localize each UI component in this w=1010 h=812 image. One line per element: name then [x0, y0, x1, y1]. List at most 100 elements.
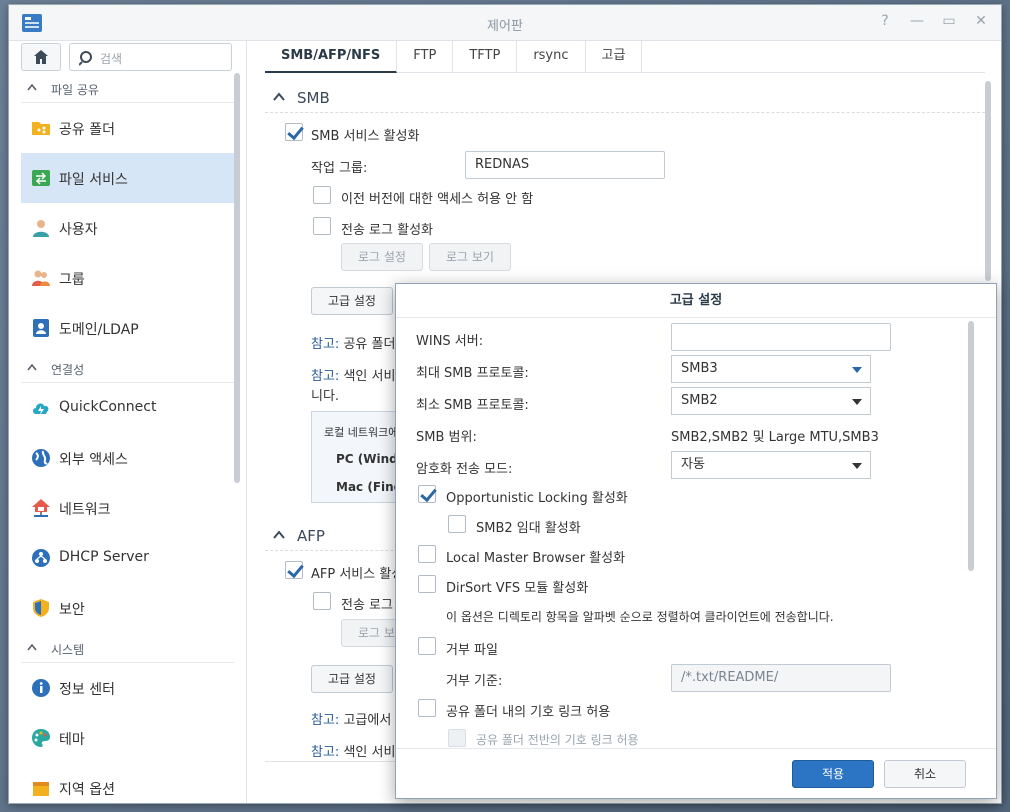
- veto-files-checkbox[interactable]: [418, 637, 436, 655]
- max-smb-label: 최대 SMB 프로토콜:: [416, 366, 529, 381]
- sidebar-item-network[interactable]: 네트워크: [21, 483, 234, 533]
- sidebar-item-label: QuickConnect: [59, 399, 157, 415]
- smb-transfer-log-checkbox[interactable]: [313, 217, 331, 235]
- smb-range-label: SMB 범위:: [416, 430, 477, 445]
- workgroup-label: 작업 그룹:: [311, 161, 368, 176]
- encrypt-select[interactable]: 자동: [671, 451, 871, 479]
- search-placeholder: 검색: [100, 52, 123, 66]
- symlink-cross-checkbox[interactable]: [448, 729, 466, 747]
- wins-label: WINS 서버:: [416, 334, 484, 349]
- dialog-title: 고급 설정: [396, 284, 996, 318]
- afp-group-title: AFP: [297, 527, 325, 545]
- dropdown-arrow-icon: [852, 367, 862, 373]
- afp-transfer-log-checkbox[interactable]: [313, 592, 331, 610]
- dropdown-arrow-icon: [852, 399, 862, 405]
- prev-version-checkbox[interactable]: [313, 186, 331, 204]
- smb-log-view-button[interactable]: 로그 보기: [429, 243, 511, 271]
- smb-range-value: SMB2,SMB2 및 Large MTU,SMB3: [671, 430, 879, 445]
- dirsort-label: DirSort VFS 모듈 활성화: [446, 581, 589, 596]
- tab-tftp[interactable]: TFTP: [453, 41, 518, 73]
- smb-group-header[interactable]: SMB: [265, 83, 985, 113]
- chevron-up-icon: [27, 363, 37, 371]
- dialog-scrollbar[interactable]: [968, 321, 974, 571]
- oplock-checkbox[interactable]: [418, 485, 436, 503]
- group-icon: [32, 270, 50, 286]
- local-master-label: Local Master Browser 활성화: [446, 551, 626, 566]
- sidebar-item-info-center[interactable]: 정보 센터: [21, 663, 234, 713]
- symlink-cross-label: 공유 폴더 전반의 기호 링크 허용: [476, 733, 639, 747]
- panel-scrollbar[interactable]: [985, 81, 991, 281]
- sidebar-item-quickconnect[interactable]: QuickConnect: [21, 383, 234, 433]
- afp-advanced-button[interactable]: 고급 설정: [311, 665, 393, 693]
- smb-note-2: 참고: 색인 서비스: [311, 369, 408, 384]
- min-smb-select[interactable]: SMB2: [671, 387, 871, 415]
- close-icon[interactable]: ✕: [973, 13, 989, 29]
- shared-folder-icon: [32, 122, 50, 135]
- home-icon: [34, 50, 48, 64]
- section-system[interactable]: 시스템: [21, 633, 234, 663]
- oplock-label: Opportunistic Locking 활성화: [446, 491, 628, 506]
- title-bar: 제어판 ? — ▭ ✕: [9, 5, 1001, 41]
- sidebar-item-label: 보안: [59, 602, 85, 618]
- chevron-up-icon: [273, 92, 285, 101]
- apply-button[interactable]: 적용: [792, 760, 874, 788]
- sidebar-item-external-access[interactable]: 외부 액세스: [21, 433, 234, 483]
- dirsort-checkbox[interactable]: [418, 575, 436, 593]
- sidebar-item-label: 지역 옵션: [59, 782, 115, 798]
- sidebar-item-domain-ldap[interactable]: 도메인/LDAP: [21, 303, 234, 353]
- info-title: 로컬 네트워크에: [324, 426, 399, 439]
- smb-group-title: SMB: [297, 89, 330, 107]
- help-icon[interactable]: ?: [877, 13, 893, 29]
- sidebar-item-label: 네트워크: [59, 502, 111, 518]
- sidebar-item-theme[interactable]: 테마: [21, 713, 234, 763]
- minimize-icon[interactable]: —: [909, 13, 925, 29]
- maximize-icon[interactable]: ▭: [941, 13, 957, 29]
- user-icon: [33, 220, 49, 237]
- section-file-sharing[interactable]: 파일 공유: [21, 73, 234, 103]
- tab-rsync[interactable]: rsync: [517, 41, 586, 73]
- smb-note-2-cont: 니다.: [311, 389, 340, 404]
- sidebar-item-security[interactable]: 보안: [21, 583, 234, 633]
- home-button[interactable]: [21, 43, 61, 71]
- veto-criteria-label: 거부 기준:: [446, 674, 503, 689]
- tab-smb-afp-nfs[interactable]: SMB/AFP/NFS: [265, 41, 398, 73]
- window-title: 제어판: [487, 19, 523, 34]
- network-icon: [32, 499, 50, 517]
- quickconnect-icon: [33, 403, 49, 415]
- sidebar-item-user[interactable]: 사용자: [21, 203, 234, 253]
- section-connectivity[interactable]: 연결성: [21, 353, 234, 383]
- symlink-checkbox[interactable]: [418, 699, 436, 717]
- wins-field[interactable]: [671, 323, 891, 351]
- workgroup-field[interactable]: REDNAS: [465, 151, 665, 179]
- smb-note-1: 참고: 공유 폴더의: [311, 337, 408, 352]
- smb-log-settings-button[interactable]: 로그 설정: [341, 243, 423, 271]
- max-smb-select[interactable]: SMB3: [671, 355, 871, 383]
- smb-advanced-button[interactable]: 고급 설정: [311, 287, 393, 315]
- section-label: 파일 공유: [51, 83, 99, 97]
- dirsort-description: 이 옵션은 디렉토리 항목을 알파벳 순으로 정렬하여 클라이언트에 전송합니다…: [446, 610, 834, 624]
- local-master-checkbox[interactable]: [418, 545, 436, 563]
- sidebar-item-file-services[interactable]: 파일 서비스: [21, 153, 234, 203]
- smb-enable-checkbox[interactable]: [285, 123, 303, 141]
- smb2-lease-label: SMB2 임대 활성화: [476, 521, 581, 536]
- min-smb-label: 최소 SMB 프로토콜:: [416, 398, 529, 413]
- advanced-settings-dialog: 고급 설정 WINS 서버: 최대 SMB 프로토콜: SMB3 최소 SMB …: [395, 283, 997, 799]
- afp-note-2: 참고: 색인 서비스: [311, 745, 408, 760]
- sidebar-item-dhcp-server[interactable]: DHCP Server: [21, 533, 234, 583]
- sidebar-item-group[interactable]: 그룹: [21, 253, 234, 303]
- tab-ftp[interactable]: FTP: [397, 41, 454, 73]
- tab-advanced[interactable]: 고급: [586, 41, 643, 73]
- smb2-lease-checkbox[interactable]: [448, 515, 466, 533]
- encrypt-value: 자동: [681, 457, 705, 472]
- chevron-up-icon: [273, 530, 285, 539]
- dhcp-icon: [32, 549, 50, 567]
- cancel-button[interactable]: 취소: [884, 760, 966, 788]
- sidebar-item-regional-options[interactable]: 지역 옵션: [21, 763, 234, 803]
- symlink-label: 공유 폴더 내의 기호 링크 허용: [446, 705, 611, 720]
- sidebar-scrollbar[interactable]: [234, 73, 240, 483]
- sidebar-item-label: 사용자: [59, 222, 98, 238]
- afp-enable-checkbox[interactable]: [285, 561, 303, 579]
- sidebar-item-shared-folder[interactable]: 공유 폴더: [21, 103, 234, 153]
- veto-criteria-field[interactable]: /*.txt/README/: [671, 664, 891, 692]
- search-input[interactable]: 검색: [69, 43, 232, 71]
